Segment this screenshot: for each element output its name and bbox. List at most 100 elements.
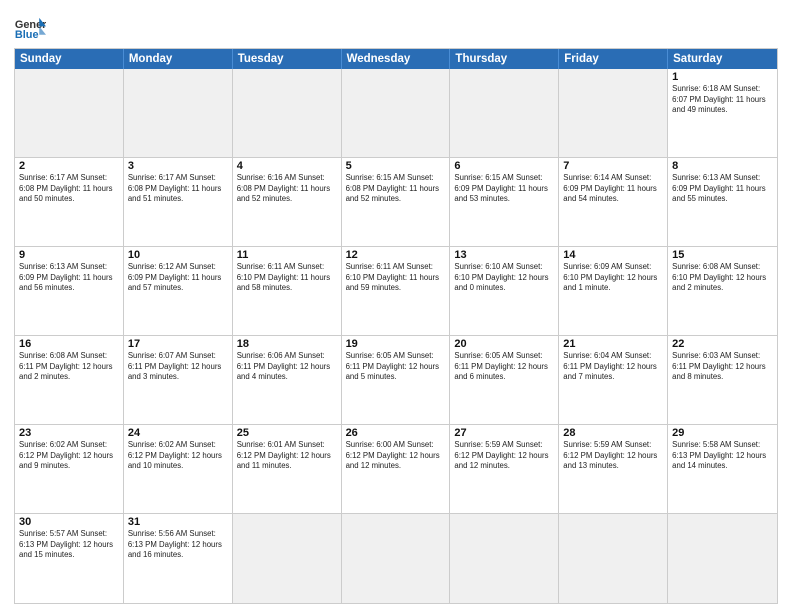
calendar-cell: 28Sunrise: 5:59 AM Sunset: 6:12 PM Dayli…: [559, 425, 668, 513]
day-number: 21: [563, 338, 663, 350]
calendar-cell: 8Sunrise: 6:13 AM Sunset: 6:09 PM Daylig…: [668, 158, 777, 246]
day-info: Sunrise: 6:11 AM Sunset: 6:10 PM Dayligh…: [346, 262, 446, 294]
day-info: Sunrise: 6:15 AM Sunset: 6:08 PM Dayligh…: [346, 173, 446, 205]
day-number: 29: [672, 427, 773, 439]
day-number: 19: [346, 338, 446, 350]
day-info: Sunrise: 6:03 AM Sunset: 6:11 PM Dayligh…: [672, 351, 773, 383]
calendar-cell: [450, 514, 559, 603]
day-info: Sunrise: 6:17 AM Sunset: 6:08 PM Dayligh…: [128, 173, 228, 205]
header: General Blue: [14, 10, 778, 42]
day-info: Sunrise: 5:58 AM Sunset: 6:13 PM Dayligh…: [672, 440, 773, 472]
calendar-body: 1Sunrise: 6:18 AM Sunset: 6:07 PM Daylig…: [15, 69, 777, 603]
calendar-cell: [342, 69, 451, 157]
calendar-cell: 20Sunrise: 6:05 AM Sunset: 6:11 PM Dayli…: [450, 336, 559, 424]
day-number: 13: [454, 249, 554, 261]
day-info: Sunrise: 6:04 AM Sunset: 6:11 PM Dayligh…: [563, 351, 663, 383]
calendar-week: 16Sunrise: 6:08 AM Sunset: 6:11 PM Dayli…: [15, 336, 777, 425]
calendar-cell: [233, 514, 342, 603]
day-number: 17: [128, 338, 228, 350]
calendar-cell: 10Sunrise: 6:12 AM Sunset: 6:09 PM Dayli…: [124, 247, 233, 335]
calendar-cell: 4Sunrise: 6:16 AM Sunset: 6:08 PM Daylig…: [233, 158, 342, 246]
day-info: Sunrise: 6:02 AM Sunset: 6:12 PM Dayligh…: [128, 440, 228, 472]
calendar-cell: 13Sunrise: 6:10 AM Sunset: 6:10 PM Dayli…: [450, 247, 559, 335]
day-info: Sunrise: 6:16 AM Sunset: 6:08 PM Dayligh…: [237, 173, 337, 205]
day-info: Sunrise: 6:08 AM Sunset: 6:11 PM Dayligh…: [19, 351, 119, 383]
generalblue-logo-icon: General Blue: [14, 14, 46, 42]
calendar-week: 1Sunrise: 6:18 AM Sunset: 6:07 PM Daylig…: [15, 69, 777, 158]
calendar-header-day: Sunday: [15, 49, 124, 69]
day-number: 10: [128, 249, 228, 261]
calendar-cell: 15Sunrise: 6:08 AM Sunset: 6:10 PM Dayli…: [668, 247, 777, 335]
day-number: 9: [19, 249, 119, 261]
day-number: 2: [19, 160, 119, 172]
day-number: 27: [454, 427, 554, 439]
calendar-header-day: Friday: [559, 49, 668, 69]
day-info: Sunrise: 6:11 AM Sunset: 6:10 PM Dayligh…: [237, 262, 337, 294]
day-number: 25: [237, 427, 337, 439]
day-number: 30: [19, 516, 119, 528]
day-info: Sunrise: 6:08 AM Sunset: 6:10 PM Dayligh…: [672, 262, 773, 294]
calendar-cell: [15, 69, 124, 157]
calendar-cell: 29Sunrise: 5:58 AM Sunset: 6:13 PM Dayli…: [668, 425, 777, 513]
calendar-cell: [124, 69, 233, 157]
day-number: 16: [19, 338, 119, 350]
calendar-cell: 2Sunrise: 6:17 AM Sunset: 6:08 PM Daylig…: [15, 158, 124, 246]
day-info: Sunrise: 5:56 AM Sunset: 6:13 PM Dayligh…: [128, 529, 228, 561]
day-info: Sunrise: 5:59 AM Sunset: 6:12 PM Dayligh…: [563, 440, 663, 472]
day-info: Sunrise: 6:09 AM Sunset: 6:10 PM Dayligh…: [563, 262, 663, 294]
svg-text:Blue: Blue: [15, 29, 39, 41]
calendar-week: 23 Sunrise: 6:02 AM Sunset: 6:12 PM Dayli…: [15, 425, 777, 514]
calendar-cell: [450, 69, 559, 157]
day-info: Sunrise: 6:05 AM Sunset: 6:11 PM Dayligh…: [454, 351, 554, 383]
calendar-cell: [559, 514, 668, 603]
calendar-cell: 18Sunrise: 6:06 AM Sunset: 6:11 PM Dayli…: [233, 336, 342, 424]
day-info: Sunrise: 6:13 AM Sunset: 6:09 PM Dayligh…: [672, 173, 773, 205]
calendar-cell: 21Sunrise: 6:04 AM Sunset: 6:11 PM Dayli…: [559, 336, 668, 424]
calendar-cell: 17Sunrise: 6:07 AM Sunset: 6:11 PM Dayli…: [124, 336, 233, 424]
day-info: Sunrise: 6:07 AM Sunset: 6:11 PM Dayligh…: [128, 351, 228, 383]
calendar-cell: 26Sunrise: 6:00 AM Sunset: 6:12 PM Dayli…: [342, 425, 451, 513]
calendar-cell: 23Sunrise: 6:02 AM Sunset: 6:12 PM Dayli…: [15, 425, 124, 513]
day-info: Sunrise: 6:18 AM Sunset: 6:07 PM Dayligh…: [672, 84, 773, 116]
calendar-cell: 11Sunrise: 6:11 AM Sunset: 6:10 PM Dayli…: [233, 247, 342, 335]
day-info: Sunrise: 6:10 AM Sunset: 6:10 PM Dayligh…: [454, 262, 554, 294]
day-number: 20: [454, 338, 554, 350]
day-number: 23: [19, 427, 119, 439]
calendar-cell: [559, 69, 668, 157]
day-number: 8: [672, 160, 773, 172]
calendar-cell: 16Sunrise: 6:08 AM Sunset: 6:11 PM Dayli…: [15, 336, 124, 424]
calendar-cell: 27Sunrise: 5:59 AM Sunset: 6:12 PM Dayli…: [450, 425, 559, 513]
calendar-week: 9Sunrise: 6:13 AM Sunset: 6:09 PM Daylig…: [15, 247, 777, 336]
day-number: 22: [672, 338, 773, 350]
calendar-cell: 6Sunrise: 6:15 AM Sunset: 6:09 PM Daylig…: [450, 158, 559, 246]
calendar-header-day: Wednesday: [342, 49, 451, 69]
day-number: 18: [237, 338, 337, 350]
day-number: 31: [128, 516, 228, 528]
day-number: 28: [563, 427, 663, 439]
calendar-cell: 22Sunrise: 6:03 AM Sunset: 6:11 PM Dayli…: [668, 336, 777, 424]
day-number: 24: [128, 427, 228, 439]
calendar-cell: 3Sunrise: 6:17 AM Sunset: 6:08 PM Daylig…: [124, 158, 233, 246]
calendar-header-day: Monday: [124, 49, 233, 69]
calendar-header: SundayMondayTuesdayWednesdayThursdayFrid…: [15, 49, 777, 69]
day-info: Sunrise: 6:06 AM Sunset: 6:11 PM Dayligh…: [237, 351, 337, 383]
calendar-cell: [342, 514, 451, 603]
day-info: Sunrise: 6:17 AM Sunset: 6:08 PM Dayligh…: [19, 173, 119, 205]
day-number: 4: [237, 160, 337, 172]
day-info: Sunrise: 6:05 AM Sunset: 6:11 PM Dayligh…: [346, 351, 446, 383]
day-number: 1: [672, 71, 773, 83]
day-info: Sunrise: 6:12 AM Sunset: 6:09 PM Dayligh…: [128, 262, 228, 294]
calendar-cell: 19Sunrise: 6:05 AM Sunset: 6:11 PM Dayli…: [342, 336, 451, 424]
day-number: 15: [672, 249, 773, 261]
calendar-week: 2Sunrise: 6:17 AM Sunset: 6:08 PM Daylig…: [15, 158, 777, 247]
day-info: Sunrise: 6:13 AM Sunset: 6:09 PM Dayligh…: [19, 262, 119, 294]
day-info: Sunrise: 6:15 AM Sunset: 6:09 PM Dayligh…: [454, 173, 554, 205]
calendar-cell: [668, 514, 777, 603]
calendar-cell: 5Sunrise: 6:15 AM Sunset: 6:08 PM Daylig…: [342, 158, 451, 246]
page: General Blue SundayMondayTuesdayWednesda…: [0, 0, 792, 612]
day-number: 12: [346, 249, 446, 261]
day-info: Sunrise: 6:14 AM Sunset: 6:09 PM Dayligh…: [563, 173, 663, 205]
calendar-header-day: Thursday: [450, 49, 559, 69]
calendar-cell: 25Sunrise: 6:01 AM Sunset: 6:12 PM Dayli…: [233, 425, 342, 513]
calendar-header-day: Tuesday: [233, 49, 342, 69]
